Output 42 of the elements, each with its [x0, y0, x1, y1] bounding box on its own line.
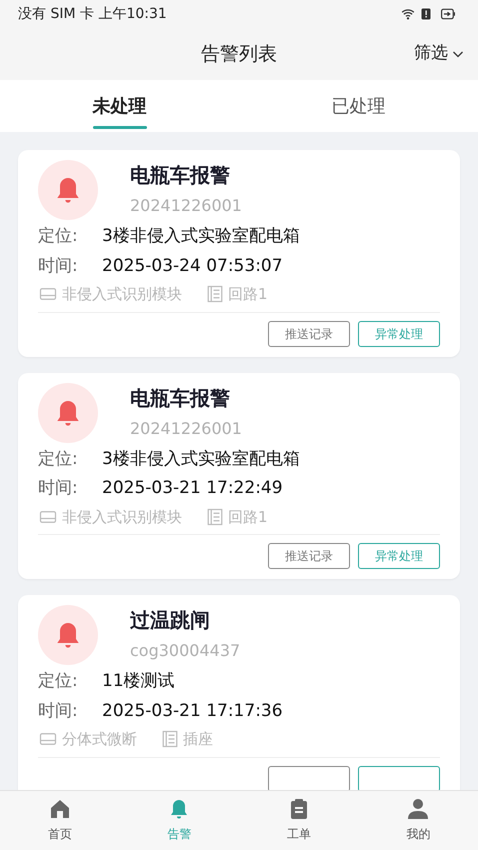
push-record-button[interactable]: 推送记录 — [268, 320, 350, 346]
device-name: 非侵入式识别模块 — [62, 506, 182, 528]
handle-button[interactable] — [358, 766, 440, 792]
status-text: 没有 SIM 卡 上午10:31 — [18, 4, 167, 24]
field-label: 时间: — [38, 700, 79, 722]
person-icon — [406, 797, 430, 821]
page-title: 告警列表 — [201, 42, 277, 67]
alarm-code: cog30004437 — [130, 640, 240, 662]
field-value: 11楼测试 — [102, 670, 175, 693]
device-name: 分体式微断 — [62, 729, 137, 750]
device-name: 非侵入式识别模块 — [62, 284, 182, 305]
alarm-title: 过温跳闸 — [130, 607, 211, 634]
filter-button[interactable]: 筛选 — [414, 41, 464, 66]
push-record-button[interactable] — [268, 766, 350, 792]
alert-icon — [420, 6, 432, 22]
alarm-title: 电瓶车报警 — [130, 384, 231, 412]
alarm-title: 电瓶车报警 — [130, 162, 231, 189]
field-value: 3楼非侵入式实验室配电箱 — [102, 225, 300, 248]
list-icon — [206, 285, 224, 304]
nav-tab[interactable]: 首页 — [0, 791, 120, 850]
field-value: 3楼非侵入式实验室配电箱 — [102, 448, 300, 470]
circuit-name: 回路1 — [228, 284, 268, 305]
circuit-name: 回路1 — [228, 506, 268, 528]
field-label: 时间: — [38, 254, 79, 278]
alarm-code: 20241226001 — [130, 195, 242, 217]
field-value: 2025-03-21 17:17:36 — [102, 700, 283, 722]
circuit-name: 插座 — [183, 729, 213, 750]
tab[interactable]: 已处理 — [239, 80, 478, 132]
field-label: 定位: — [38, 670, 79, 693]
push-record-button[interactable]: 推送记录 — [268, 543, 350, 569]
field-value: 2025-03-21 17:22:49 — [102, 477, 283, 500]
list-icon — [206, 508, 224, 526]
field-label: 时间: — [38, 477, 79, 500]
list-icon — [161, 730, 179, 748]
field-value: 2025-03-24 07:53:07 — [102, 254, 283, 278]
field-label: 定位: — [38, 448, 79, 470]
tab[interactable]: 未处理 — [0, 80, 239, 132]
nav-tab[interactable]: 工单 — [239, 791, 358, 850]
field-label: 定位: — [38, 225, 79, 248]
wifi-icon — [400, 7, 416, 21]
nav-tab[interactable]: 我的 — [358, 791, 478, 850]
alarm-code: 20241226001 — [130, 418, 242, 440]
